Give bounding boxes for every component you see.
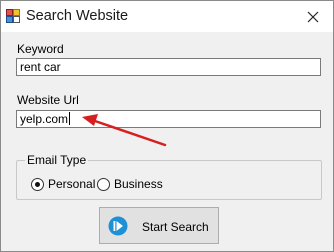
- title-bar: Search Website: [1, 1, 333, 32]
- website-url-input[interactable]: yelp.com: [16, 110, 321, 128]
- personal-radio[interactable]: [31, 178, 44, 191]
- search-website-window: Search Website Keyword rent car Website …: [0, 0, 334, 252]
- business-radio-label[interactable]: Business: [114, 177, 163, 191]
- play-icon: [108, 216, 128, 236]
- business-radio[interactable]: [97, 178, 110, 191]
- app-icon: [6, 9, 20, 23]
- personal-radio-label[interactable]: Personal: [48, 177, 95, 191]
- radio-selected-dot: [35, 182, 40, 187]
- keyword-input-value: rent car: [20, 60, 61, 74]
- website-url-input-value: yelp.com: [20, 112, 69, 126]
- close-button[interactable]: [293, 1, 333, 32]
- start-search-label: Start Search: [142, 220, 209, 234]
- keyword-label: Keyword: [17, 42, 64, 56]
- window-title: Search Website: [26, 8, 129, 24]
- text-caret: [69, 112, 71, 125]
- start-search-button[interactable]: Start Search: [99, 207, 219, 244]
- email-type-legend: Email Type: [25, 153, 89, 167]
- keyword-input[interactable]: rent car: [16, 58, 321, 76]
- website-url-label: Website Url: [17, 93, 79, 107]
- close-icon: [307, 11, 319, 22]
